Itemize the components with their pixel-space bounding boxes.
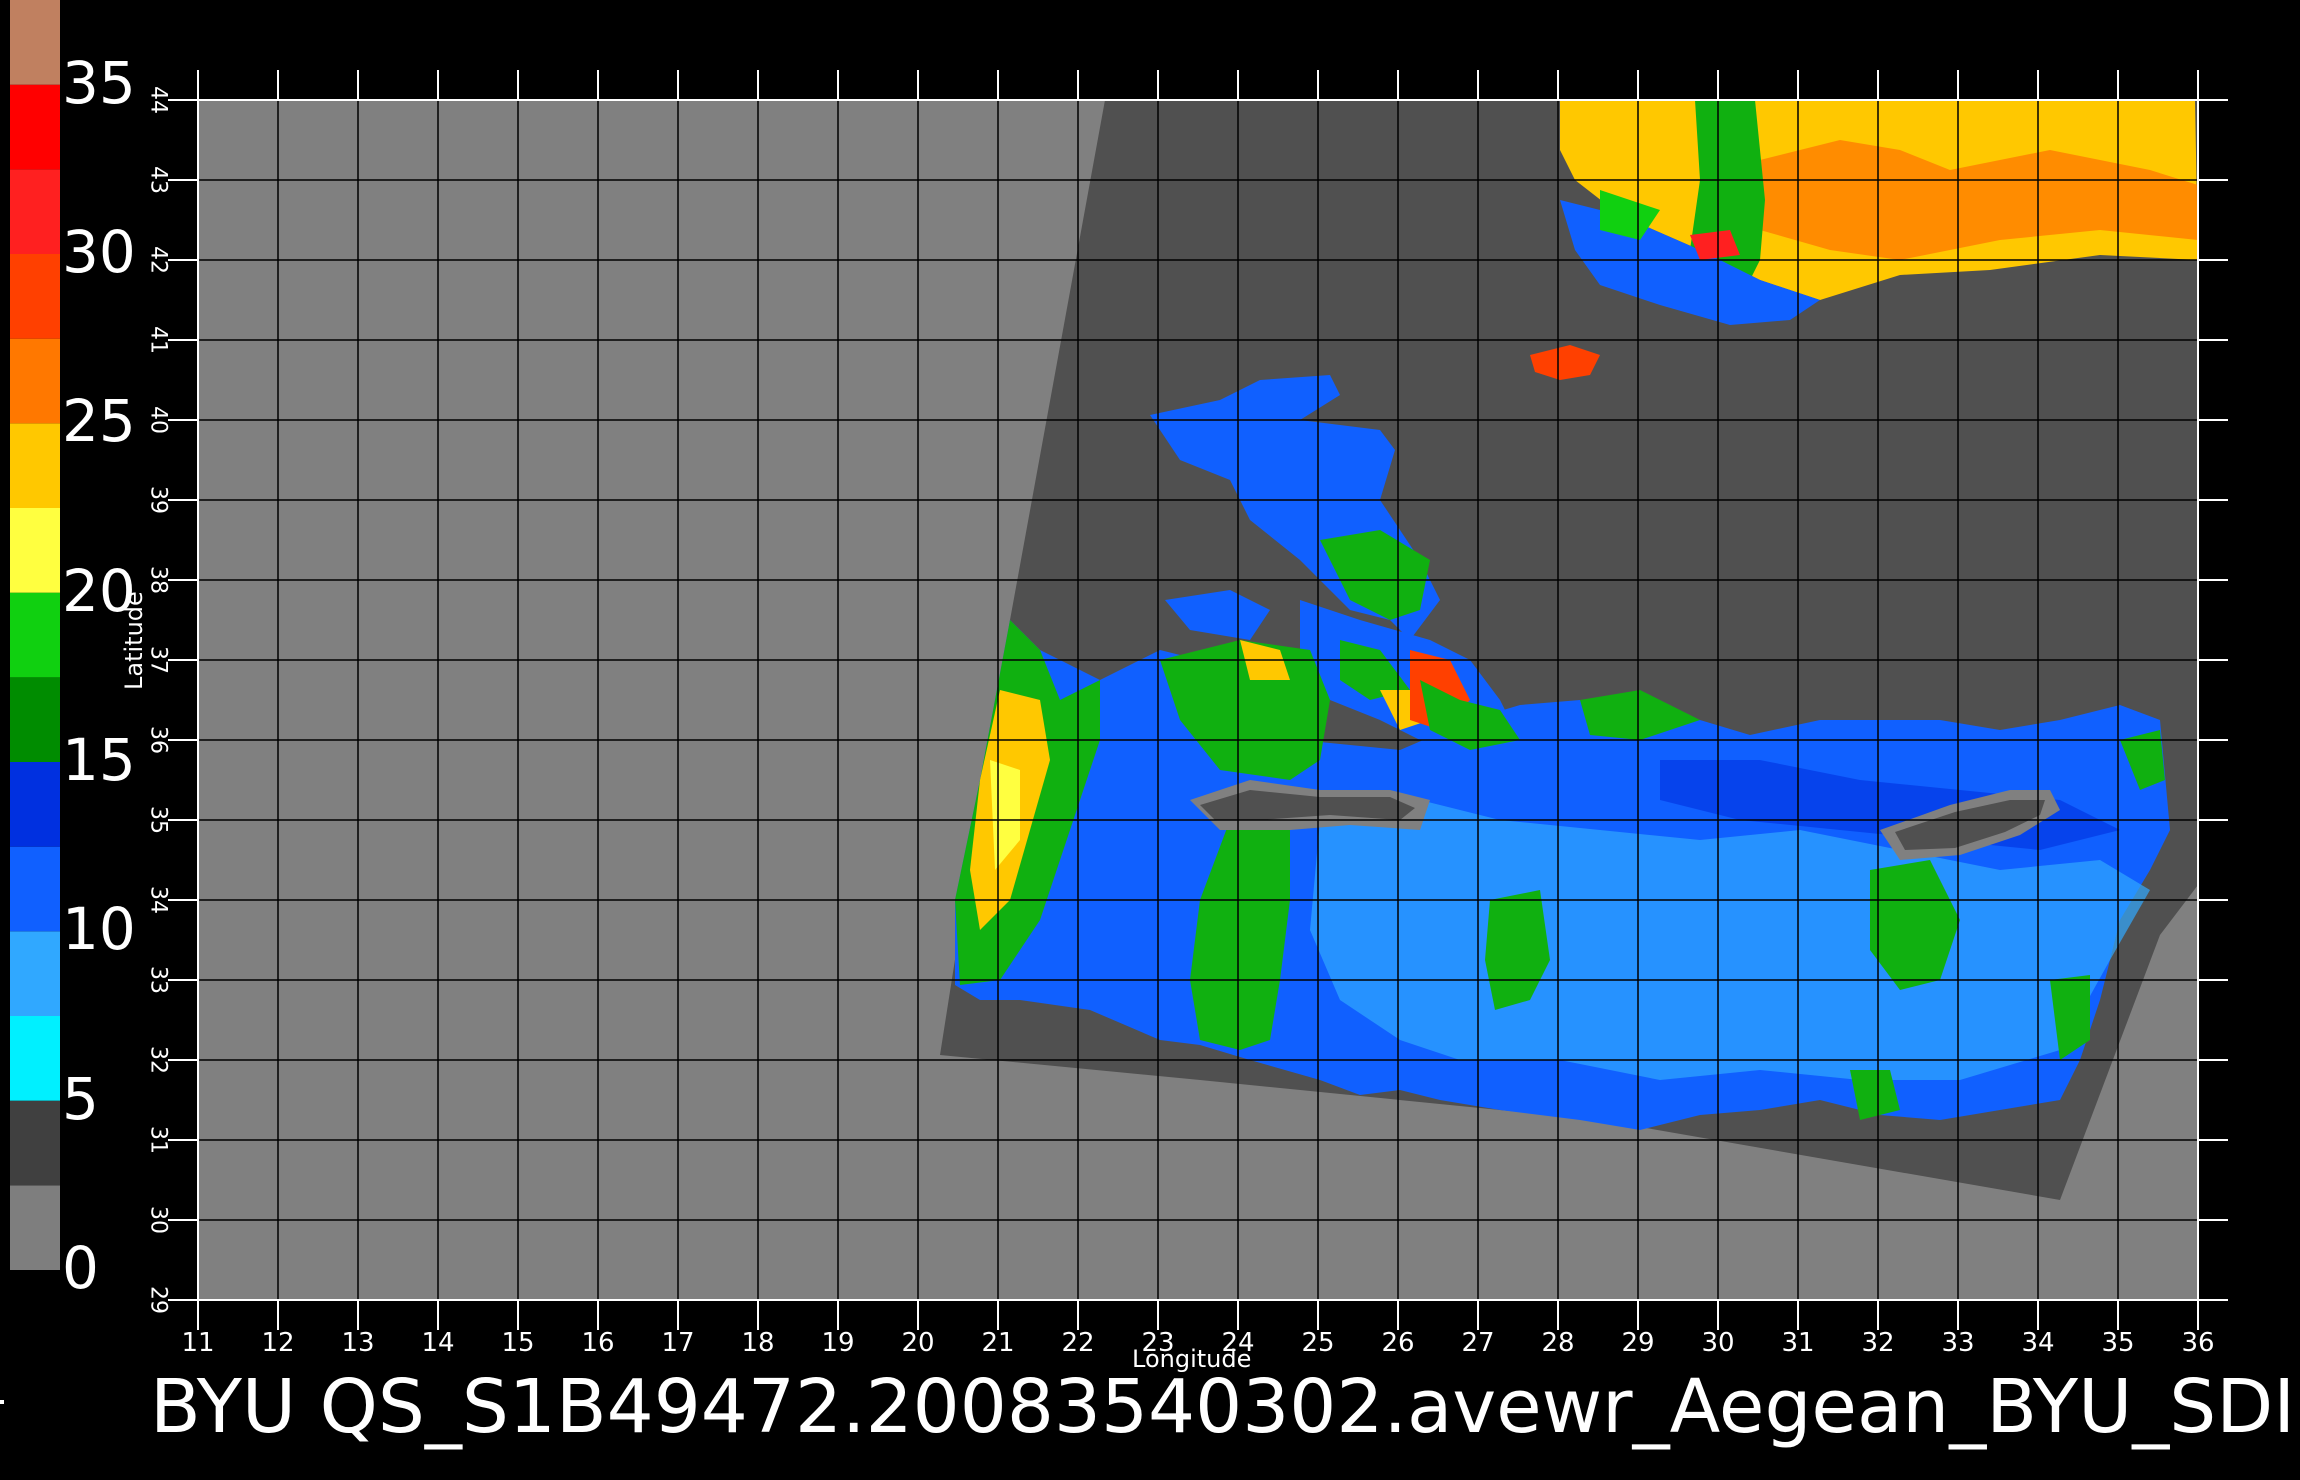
colorbar-label: 0 <box>62 1234 99 1302</box>
y-tick-label: 44 <box>145 86 171 114</box>
y-tick-label: 29 <box>145 1286 171 1314</box>
colorbar-segment <box>10 931 60 1016</box>
y-tick-label: 40 <box>145 406 171 434</box>
x-tick-label: 17 <box>661 1328 695 1358</box>
colorbar-segment <box>10 254 60 339</box>
y-tick-label: 39 <box>145 486 171 514</box>
y-axis-label: Latitude <box>120 591 148 690</box>
colorbar-segment <box>10 508 60 593</box>
colorbar-segment <box>10 846 60 932</box>
y-tick-label: 38 <box>145 566 171 594</box>
colorbar-segment <box>10 1185 60 1270</box>
colorbar-label: 5 <box>62 1064 99 1133</box>
x-tick-label: 14 <box>421 1328 455 1358</box>
colorbar-segment <box>10 169 60 254</box>
colorbar-segment <box>10 677 60 762</box>
y-tick-label: 31 <box>145 1126 171 1154</box>
colorbar-label: 15 <box>62 726 136 794</box>
map-plot <box>198 100 2198 1300</box>
x-tick-label: 19 <box>821 1328 855 1358</box>
x-tick-label: 31 <box>1781 1328 1815 1358</box>
colorbar-segment <box>10 84 60 170</box>
y-tick-label: 30 <box>145 1206 171 1234</box>
x-tick-label: 30 <box>1701 1328 1735 1358</box>
x-tick-label: 21 <box>981 1328 1015 1358</box>
y-tick-label: 43 <box>145 166 171 194</box>
y-tick-label: 41 <box>145 326 171 354</box>
x-tick-label: 12 <box>261 1328 295 1358</box>
x-tick-label: 11 <box>181 1328 215 1358</box>
x-tick-label: 22 <box>1061 1328 1095 1358</box>
x-tick-label: 32 <box>1861 1328 1895 1358</box>
colorbar-segment <box>10 1100 60 1186</box>
y-tick-label: 33 <box>145 966 171 994</box>
y-tick-label: 36 <box>145 726 171 754</box>
colorbar-label: 30 <box>62 218 136 286</box>
x-tick-label: 25 <box>1301 1328 1335 1358</box>
x-tick-label: 20 <box>901 1328 935 1358</box>
y-tick-label: 35 <box>145 806 171 834</box>
x-tick-label: 34 <box>2021 1328 2055 1358</box>
y-tick-label: 42 <box>145 246 171 274</box>
colorbar-segment <box>10 423 60 508</box>
colorbar-segment <box>10 592 60 678</box>
x-tick-label: 33 <box>1941 1328 1975 1358</box>
x-tick-label: 26 <box>1381 1328 1415 1358</box>
x-tick-label: 35 <box>2101 1328 2135 1358</box>
x-tick-label: 29 <box>1621 1328 1655 1358</box>
colorbar-segment <box>10 338 60 424</box>
y-tick-label: 34 <box>145 886 171 914</box>
colorbar <box>10 0 60 1270</box>
edge-mark <box>0 1400 4 1404</box>
x-tick-label: 27 <box>1461 1328 1495 1358</box>
wind-map <box>10 0 2228 1330</box>
image-title: BYU QS_S1B49472.20083540302.avewr_Aegean… <box>150 1364 2296 1450</box>
x-tick-label: 28 <box>1541 1328 1575 1358</box>
colorbar-label: 35 <box>62 48 136 117</box>
x-tick-label: 18 <box>741 1328 775 1358</box>
colorbar-label: 25 <box>62 387 136 456</box>
colorbar-segment <box>10 762 60 847</box>
x-tick-label: 13 <box>341 1328 375 1358</box>
y-tick-label: 37 <box>145 646 171 674</box>
y-tick-label: 32 <box>145 1046 171 1074</box>
colorbar-segment <box>10 1016 60 1101</box>
colorbar-segment <box>10 0 60 85</box>
colorbar-label: 10 <box>62 895 136 964</box>
x-tick-label: 36 <box>2181 1328 2215 1358</box>
x-tick-label: 15 <box>501 1328 535 1358</box>
x-tick-label: 16 <box>581 1328 615 1358</box>
